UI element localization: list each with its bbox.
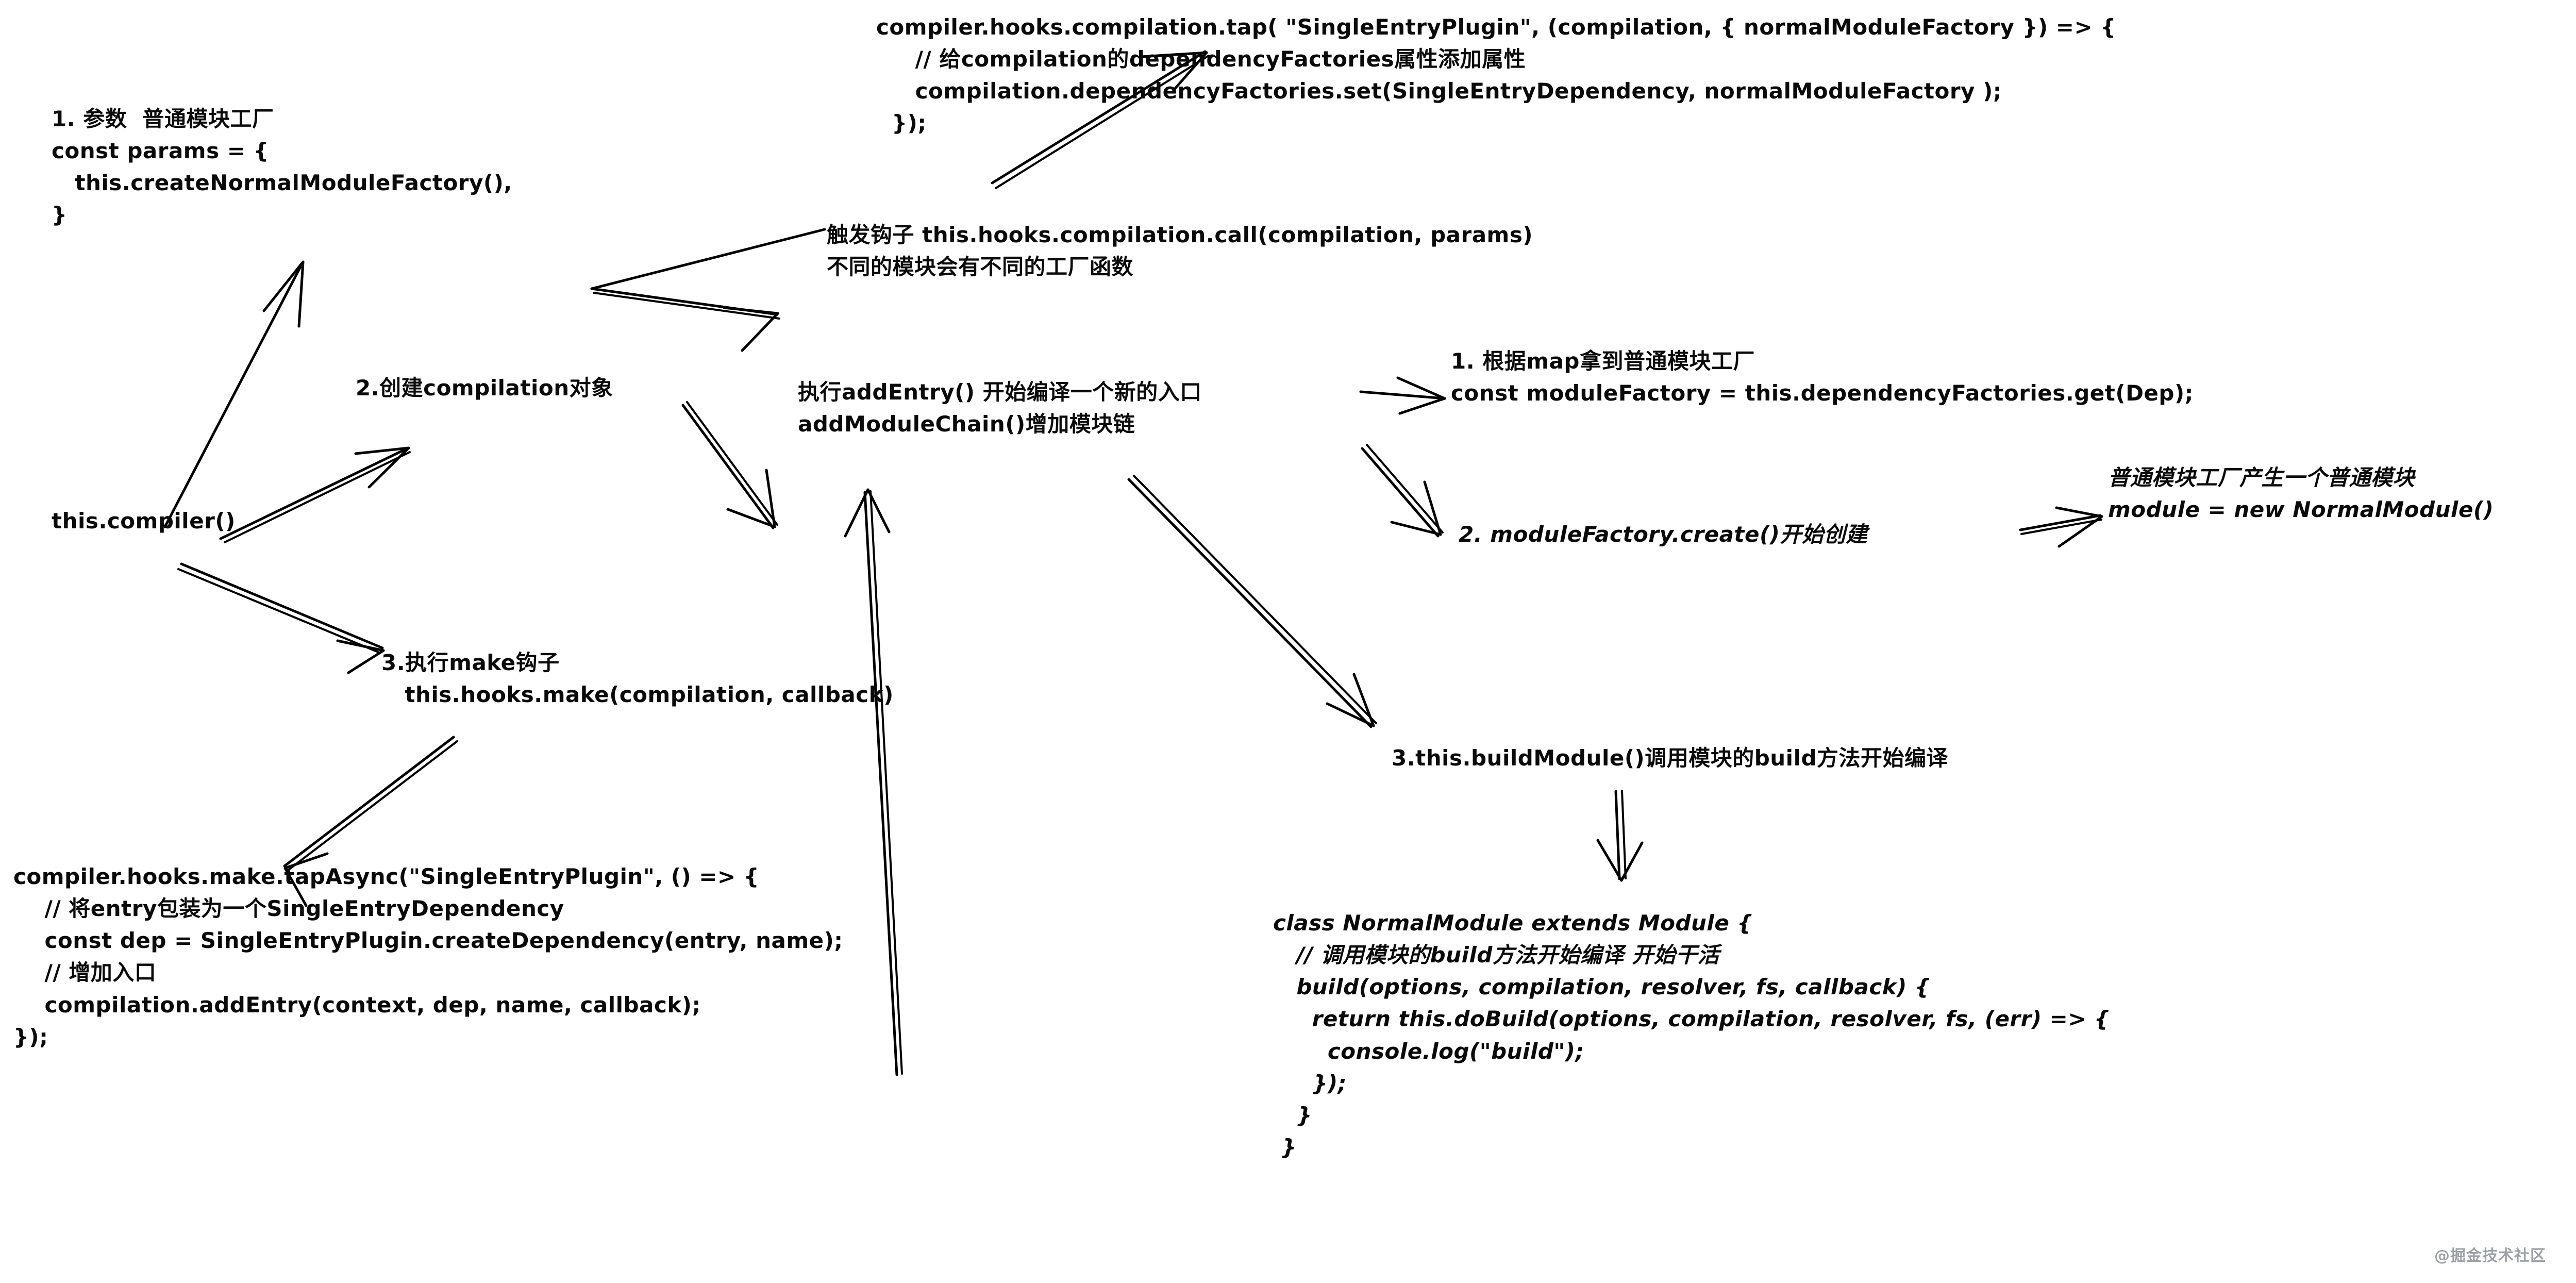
module-factory-create-node: 2. moduleFactory.create()开始创建 xyxy=(1459,522,1868,547)
make-hook-block: 3.执行make钩子 this.hooks.make(compilation, … xyxy=(381,650,894,708)
compilation-tap-block: compiler.hooks.compilation.tap( "SingleE… xyxy=(876,14,2116,136)
edge-buildmodule-to-class xyxy=(1596,790,1644,882)
edge-create-to-normalmodule xyxy=(2019,506,2103,548)
add-entry-block: 执行addEntry() 开始编译一个新的入口 addModuleChain()… xyxy=(798,379,1202,437)
watermark: @掘金技术社区 xyxy=(2434,1247,2546,1265)
edge-params-to-hookcall xyxy=(590,228,826,352)
tap-async-block: compiler.hooks.make.tapAsync("SingleEntr… xyxy=(13,864,843,1049)
edge-compiler-to-create-compilation xyxy=(219,446,411,543)
this-compiler-node: this.compiler() xyxy=(52,508,236,534)
normal-module-block: 普通模块工厂产生一个普通模块 module = new NormalModule… xyxy=(2108,465,2494,523)
create-compilation-node: 2.创建compilation对象 xyxy=(356,375,613,401)
edge-addentry-to-buildmodule xyxy=(1127,475,1377,728)
build-module-node: 3.this.buildModule()调用模块的build方法开始编译 xyxy=(1392,745,1949,771)
edge-compiler-to-params xyxy=(163,260,305,528)
edge-addentry-to-create xyxy=(1361,444,1444,538)
params-block: 1. 参数 普通模块工厂 const params = { this.creat… xyxy=(52,106,512,228)
edge-compiler-to-make-hook xyxy=(177,562,385,674)
edge-create-compilation-to-addentry xyxy=(681,401,778,529)
diagram-canvas: 1. 参数 普通模块工厂 const params = { this.creat… xyxy=(0,0,2576,1283)
edge-tapasync-to-addentry xyxy=(844,488,903,1076)
edge-addentry-to-modulefactory xyxy=(1359,376,1446,415)
module-factory-block: 1. 根据map拿到普通模块工厂 const moduleFactory = t… xyxy=(1451,348,2194,406)
normal-module-class-block: class NormalModule extends Module { // 调… xyxy=(1273,910,2110,1160)
hook-call-block: 触发钩子 this.hooks.compilation.call(compila… xyxy=(827,222,1533,280)
